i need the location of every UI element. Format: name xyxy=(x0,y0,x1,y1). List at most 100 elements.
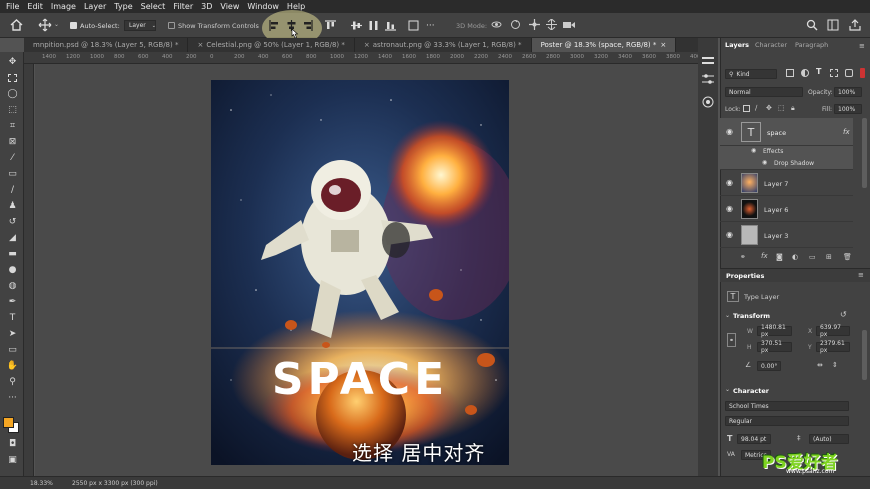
character-section-label[interactable]: Character xyxy=(733,387,769,395)
layer-row[interactable]: ◉ Layer 7 xyxy=(720,170,853,196)
distribute-bottom-icon[interactable] xyxy=(385,20,396,31)
close-icon[interactable]: × xyxy=(197,41,203,49)
menu-filter[interactable]: Filter xyxy=(173,2,193,11)
brush-tool-icon[interactable]: ∕ xyxy=(6,184,19,196)
zoom-level[interactable]: 18.33% xyxy=(30,480,53,487)
search-icon[interactable] xyxy=(806,19,818,31)
history-icon[interactable] xyxy=(702,56,714,66)
quick-mask-icon[interactable]: ◘ xyxy=(6,438,19,450)
tab-layers[interactable]: Layers xyxy=(725,38,749,52)
more-tools-icon[interactable]: ··· xyxy=(6,392,19,404)
auto-select-checkbox[interactable] xyxy=(70,22,77,29)
close-icon[interactable]: × xyxy=(364,41,370,49)
angle-input[interactable]: 0.00° xyxy=(757,361,781,371)
menu-window[interactable]: Window xyxy=(247,2,279,11)
tab-character[interactable]: Character xyxy=(755,38,787,52)
menu-file[interactable]: File xyxy=(6,2,19,11)
transform-section-label[interactable]: Transform xyxy=(733,312,770,320)
properties-scrollbar[interactable] xyxy=(862,330,867,380)
adjustment-layer-icon[interactable]: ◐ xyxy=(792,253,798,261)
move-tool-icon[interactable] xyxy=(38,18,52,32)
font-size-input[interactable]: 98.04 pt xyxy=(737,434,771,444)
dodge-tool-icon[interactable]: ◍ xyxy=(6,280,19,292)
history-brush-icon[interactable]: ↺ xyxy=(6,216,19,228)
workspace-icon[interactable] xyxy=(827,19,839,31)
chevron-down-icon[interactable]: ⌄ xyxy=(54,21,59,28)
chevron-down-icon[interactable]: ⌄ xyxy=(725,386,730,393)
kind-filter-dropdown[interactable]: ⚲ Kind xyxy=(725,69,777,79)
link-layers-icon[interactable]: ⚭ xyxy=(740,253,746,261)
panel-menu-icon[interactable]: ≡ xyxy=(859,42,865,50)
blur-tool-icon[interactable]: ● xyxy=(6,264,19,276)
hand-tool-icon[interactable]: ✋ xyxy=(6,360,19,372)
blend-mode-dropdown[interactable]: Normal xyxy=(725,87,803,97)
width-input[interactable]: 1480.81 px xyxy=(757,324,792,338)
frame-tool-icon[interactable]: ⊠ xyxy=(6,136,19,148)
close-icon[interactable]: × xyxy=(660,41,666,49)
filter-toggle[interactable] xyxy=(860,68,865,78)
visibility-eye-icon[interactable]: ◉ xyxy=(726,127,733,136)
panel-menu-icon[interactable]: ≡ xyxy=(858,271,864,279)
visibility-eye-icon[interactable]: ◉ xyxy=(726,178,733,187)
eraser-tool-icon[interactable]: ◢ xyxy=(6,232,19,244)
rectangle-tool-icon[interactable]: ▭ xyxy=(6,344,19,356)
flip-horizontal-icon[interactable]: ⇹ xyxy=(817,361,823,369)
healing-brush-icon[interactable]: ▭ xyxy=(6,168,19,180)
share-icon[interactable] xyxy=(849,19,861,31)
add-mask-icon[interactable]: ◙ xyxy=(776,253,783,261)
layers-scrollbar[interactable] xyxy=(862,118,867,188)
filter-type-icon[interactable]: T xyxy=(816,67,821,76)
chevron-down-icon[interactable]: ⌄ xyxy=(725,312,730,319)
distribute-top-icon[interactable] xyxy=(368,20,379,31)
menu-image[interactable]: Image xyxy=(51,2,76,11)
type-tool-icon[interactable]: T xyxy=(6,312,19,324)
reset-icon[interactable]: ↺ xyxy=(840,310,847,319)
document-tab[interactable]: × Celestial.png @ 50% (Layer 1, RGB/8) * xyxy=(188,38,355,52)
distribute-spacing-icon[interactable] xyxy=(408,20,419,31)
flip-vertical-icon[interactable]: ⇕ xyxy=(832,361,838,369)
menu-select[interactable]: Select xyxy=(141,2,166,11)
filter-shape-icon[interactable] xyxy=(830,69,838,77)
layer-row[interactable]: ◉ Layer 6 xyxy=(720,196,853,222)
font-style-dropdown[interactable]: Regular xyxy=(725,416,849,426)
align-right-icon[interactable] xyxy=(302,20,313,31)
fill-input[interactable]: 100% xyxy=(834,104,862,114)
fx-icon[interactable]: fx xyxy=(843,128,850,136)
menu-type[interactable]: Type xyxy=(114,2,132,11)
filter-pixel-icon[interactable] xyxy=(786,69,794,77)
font-family-dropdown[interactable]: School Times xyxy=(725,401,849,411)
3d-roll-icon[interactable] xyxy=(510,19,521,30)
layer-effects-row[interactable]: ◉ Effects xyxy=(720,146,853,158)
menu-3d[interactable]: 3D xyxy=(201,2,212,11)
document-tab[interactable]: × astronaut.png @ 33.3% (Layer 1, RGB/8) … xyxy=(355,38,532,52)
delete-layer-icon[interactable]: 🗑︎ xyxy=(843,253,852,261)
transform-controls-checkbox[interactable] xyxy=(168,22,175,29)
gradient-tool-icon[interactable]: ▬ xyxy=(6,248,19,260)
marquee-tool-icon[interactable] xyxy=(6,72,19,84)
poster-artwork[interactable]: SPACE xyxy=(211,80,509,465)
foreground-color-swatch[interactable] xyxy=(3,417,14,428)
filter-smart-object-icon[interactable] xyxy=(845,69,853,77)
zoom-tool-icon[interactable]: ⚲ xyxy=(6,376,19,388)
lock-all-icon[interactable]: 🔒︎ xyxy=(791,104,795,113)
menu-view[interactable]: View xyxy=(220,2,239,11)
align-left-icon[interactable] xyxy=(269,20,280,31)
3d-orbit-icon[interactable] xyxy=(491,19,502,30)
new-group-icon[interactable]: ▭ xyxy=(809,253,816,261)
eyedropper-tool-icon[interactable]: ⁄ xyxy=(6,152,19,164)
drop-shadow-row[interactable]: ◉ Drop Shadow xyxy=(720,158,853,170)
path-selection-icon[interactable]: ➤ xyxy=(6,328,19,340)
x-input[interactable]: 639.97 px xyxy=(816,324,850,338)
layer-row[interactable]: ◉ Layer 3 xyxy=(720,222,853,248)
stamp-tool-icon[interactable]: ♟ xyxy=(6,200,19,212)
pen-tool-icon[interactable]: ✒ xyxy=(6,296,19,308)
y-input[interactable]: 2379.61 px xyxy=(816,340,850,354)
leading-input[interactable]: (Auto) xyxy=(809,434,849,444)
lasso-tool-icon[interactable]: ◯ xyxy=(6,88,19,100)
menu-edit[interactable]: Edit xyxy=(27,2,43,11)
layer-row-selected[interactable]: ◉ T space fx xyxy=(720,118,853,146)
quick-select-tool-icon[interactable]: ⬚ xyxy=(6,104,19,116)
filter-adjustment-icon[interactable] xyxy=(801,69,809,77)
adjustments-icon[interactable] xyxy=(702,74,714,84)
lock-transparency-icon[interactable] xyxy=(743,105,750,112)
